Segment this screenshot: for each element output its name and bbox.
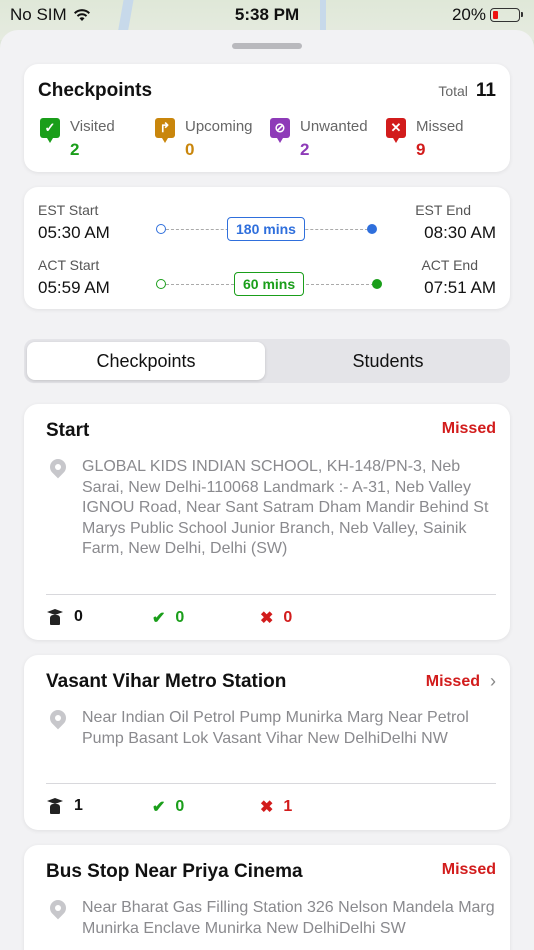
divider (46, 594, 496, 595)
stat-unwanted-label: Unwanted (300, 118, 368, 135)
checkpoint-address: Near Bharat Gas Filling Station 326 Nels… (82, 899, 495, 937)
est-start-label: EST Start (38, 202, 99, 218)
checkpoint-status: Missed (442, 420, 496, 438)
stat-visited-value: 2 (70, 140, 80, 159)
checkpoint-name: Start (46, 420, 90, 441)
checkpoint-name: Vasant Vihar Metro Station (46, 671, 287, 692)
location-pin-icon (46, 706, 70, 730)
battery-percent: 20% (451, 5, 486, 24)
location-pin-icon (46, 896, 70, 920)
carrier-label: No SIM (10, 5, 67, 24)
chevron-right-icon[interactable]: › (490, 671, 496, 692)
checkpoints-summary-card: Checkpoints Total 11 ✓ Visited 2 ↱ Upcom… (24, 64, 510, 172)
students-count: 0 (46, 608, 83, 626)
checkpoints-title: Checkpoints (38, 80, 153, 101)
checkpoint-card[interactable]: Vasant Vihar Metro Station Missed › Near… (24, 655, 510, 830)
act-start-label: ACT Start (38, 257, 100, 273)
checkpoints-total: Total 11 (438, 80, 496, 102)
act-start-dot (156, 279, 166, 289)
missed-count: ✖ 0 (260, 608, 292, 628)
missed-count-value: 1 (283, 798, 293, 815)
students-count-value: 0 (74, 608, 83, 625)
location-pin-icon (46, 455, 70, 479)
missed-count-value: 0 (283, 609, 293, 626)
est-duration-pill: 180 mins (227, 217, 305, 241)
total-value: 11 (475, 80, 496, 101)
est-start-dot (156, 224, 166, 234)
boarded-count: ✔ 0 (152, 797, 184, 817)
checkpoint-address: GLOBAL KIDS INDIAN SCHOOL, KH-148/PN-3, … (82, 458, 489, 557)
divider (46, 783, 496, 784)
status-label: Missed (441, 420, 496, 437)
act-end-value: 07:51 AM (424, 278, 496, 297)
boarded-count-value: 0 (175, 609, 185, 626)
checkmark-icon: ✔ (152, 799, 166, 816)
act-end-dot (372, 279, 382, 289)
boarded-count: ✔ 0 (152, 608, 184, 628)
students-count-value: 1 (74, 797, 83, 814)
segmented-control: Checkpoints Students (24, 339, 510, 383)
check-icon: ✓ (40, 118, 60, 143)
student-icon (46, 609, 64, 625)
est-end-label: EST End (415, 202, 471, 218)
checkpoint-card[interactable]: Bus Stop Near Priya Cinema Missed Near B… (24, 845, 510, 950)
status-bar: No SIM 5:38 PM 20% (0, 0, 534, 30)
wifi-icon (73, 9, 90, 21)
timing-card: EST Start 05:30 AM EST End 08:30 AM 180 … (24, 187, 510, 309)
tab-students[interactable]: Students (269, 342, 507, 380)
checkpoint-status: Missed › (426, 671, 496, 692)
sheet-drag-handle[interactable] (232, 43, 302, 49)
block-icon: ⊘ (270, 118, 290, 143)
checkmark-icon: ✔ (152, 610, 166, 627)
x-mark-icon: ✖ (260, 610, 274, 627)
status-label: Missed (441, 861, 496, 878)
checkpoint-card[interactable]: Start Missed GLOBAL KIDS INDIAN SCHOOL, … (24, 404, 510, 640)
est-end-dot (367, 224, 377, 234)
battery-icon (490, 8, 523, 22)
cross-icon: ✕ (386, 118, 406, 143)
checkpoint-name: Bus Stop Near Priya Cinema (46, 861, 303, 882)
checkpoint-status: Missed (442, 861, 496, 879)
status-label: Missed (425, 672, 480, 690)
act-end-label: ACT End (421, 257, 478, 273)
bottom-sheet: Checkpoints Total 11 ✓ Visited 2 ↱ Upcom… (0, 30, 534, 950)
stat-visited-label: Visited (70, 118, 115, 135)
checkpoint-address: Near Indian Oil Petrol Pump Munirka Marg… (82, 709, 469, 747)
x-mark-icon: ✖ (260, 799, 274, 816)
student-icon (46, 798, 64, 814)
stat-missed-label: Missed (416, 118, 464, 135)
students-count: 1 (46, 797, 83, 815)
est-start-value: 05:30 AM (38, 223, 110, 242)
act-duration-pill: 60 mins (234, 272, 305, 296)
stat-unwanted-value: 2 (300, 140, 310, 159)
act-start-value: 05:59 AM (38, 278, 110, 297)
est-end-value: 08:30 AM (424, 223, 496, 242)
stat-upcoming-value: 0 (185, 140, 195, 159)
boarded-count-value: 0 (175, 798, 185, 815)
tab-checkpoints[interactable]: Checkpoints (27, 342, 265, 380)
stat-upcoming-label: Upcoming (185, 118, 253, 135)
turn-arrow-icon: ↱ (155, 118, 175, 143)
missed-count: ✖ 1 (260, 797, 292, 817)
total-label: Total (438, 83, 468, 99)
stat-missed-value: 9 (416, 140, 426, 159)
